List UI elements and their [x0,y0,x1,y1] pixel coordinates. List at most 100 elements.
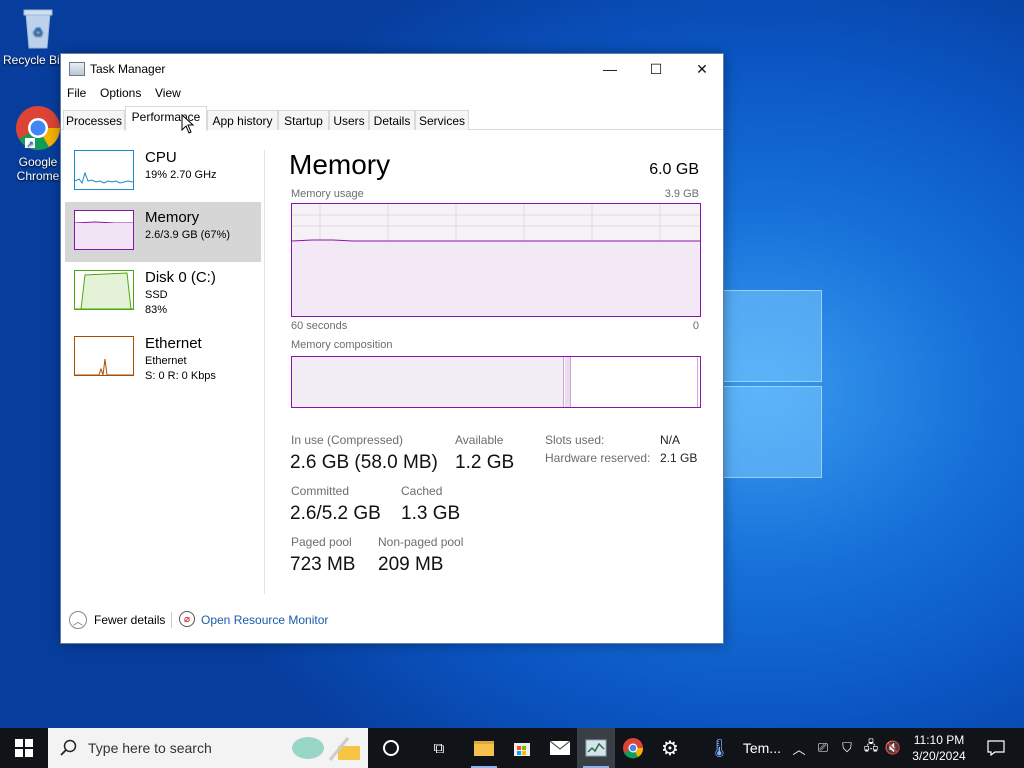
tray-defender[interactable]: ⛉ [836,728,858,768]
taskbar-chrome[interactable] [614,728,652,768]
chevron-up-icon: ︿ [792,741,806,757]
nav-item-name: Disk 0 (C:) [145,269,216,286]
windows-start-icon [15,739,33,757]
search-highlight-illustration-icon [292,737,360,761]
maximize-button[interactable]: ☐ [633,54,679,84]
page-title: Memory [289,149,391,180]
task-manager-icon [69,62,85,76]
shield-icon: ⛉ [842,740,852,755]
nav-item-ethernet[interactable]: Ethernet Ethernet S: 0 R: 0 Kbps [65,328,261,388]
cortana-button[interactable] [372,728,410,768]
nav-item-name: Memory [145,209,200,226]
committed-value: 2.6/5.2 GB [290,503,381,524]
file-explorer-icon [474,740,494,756]
start-button[interactable] [4,728,44,768]
disk-thumbnail-graph [74,270,134,310]
nav-item-name: CPU [145,149,177,166]
close-button[interactable]: ✕ [679,54,725,84]
task-manager-icon [585,739,607,757]
settings-icon: ⚙ [661,737,679,760]
open-resource-monitor-link[interactable]: Open Resource Monitor [201,613,328,627]
taskbar-clock[interactable]: 11:10 PM 3/20/2024 [898,732,980,764]
available-label: Available [455,433,504,447]
graph-time-right: 0 [692,320,699,332]
action-center-button[interactable] [976,728,1016,768]
svg-text:♻: ♻ [33,25,44,39]
taskbar-file-explorer[interactable] [465,728,503,768]
menu-file[interactable]: File [67,86,86,100]
graph-time-left: 60 seconds [291,320,348,332]
tray-network[interactable]: 🖧 [860,728,882,768]
resource-monitor-icon: ⌀ [179,611,195,627]
taskbar-search-box[interactable]: Type here to search [48,728,368,768]
paged-pool-label: Paged pool [291,535,352,549]
chevron-up-icon[interactable]: ︿ [69,611,87,629]
taskbar-mail[interactable] [541,728,579,768]
tab-app-history[interactable]: App history [207,110,278,130]
nav-item-disk[interactable]: Disk 0 (C:) SSD 83% [65,262,261,322]
chrome-icon: ↗ [16,106,60,150]
fewer-details-button[interactable]: Fewer details [94,613,165,627]
clock-time: 11:10 PM [913,733,965,747]
memory-usage-label: Memory usage [291,188,364,200]
task-view-button[interactable]: ⧉ [420,728,458,768]
memory-total: 6.0 GB [649,161,699,178]
taskbar-settings[interactable]: ⚙ [651,728,689,768]
memory-usage-graph [291,203,701,317]
nav-item-name: Ethernet [145,335,202,352]
network-icon: 🖧 [863,738,879,753]
tab-details[interactable]: Details [369,110,415,130]
nav-item-detail: 2.6/3.9 GB (67%) [145,229,230,241]
available-value: 1.2 GB [455,452,515,473]
slots-used-value: N/A [660,433,681,447]
temperature-label: Tem... [742,740,781,756]
camera-icon: ⎚ [817,740,829,755]
mouse-cursor-icon [181,114,195,134]
menu-view[interactable]: View [155,86,181,100]
hardware-reserved-value: 2.1 GB [660,451,698,465]
temperature-icon: 🌡 [708,737,731,758]
show-hidden-icons-button[interactable]: ︿ [788,728,810,768]
title-bar[interactable]: Task Manager — ☐ ✕ [61,54,723,84]
taskbar-temperature[interactable]: 🌡 Tem... [700,728,786,768]
composition-modified [565,357,571,407]
paged-pool-value: 723 MB [290,554,356,575]
memory-thumbnail-graph [74,210,134,250]
recycle-bin-icon: ♻ [23,9,53,49]
nav-item-memory[interactable]: Memory 2.6/3.9 GB (67%) [65,202,261,262]
mail-icon [549,740,571,755]
nav-item-detail: Ethernet [145,355,187,367]
tab-startup[interactable]: Startup [278,110,329,130]
notification-icon [987,740,1005,756]
cortana-icon [383,740,399,756]
memory-composition-label: Memory composition [291,339,393,351]
tray-meet-now[interactable]: ⎚ [812,728,834,768]
nav-item-detail: 19% 2.70 GHz [145,169,217,181]
ethernet-thumbnail-graph [74,336,134,376]
taskbar-task-manager[interactable] [577,728,615,768]
menu-bar: File Options View [61,84,723,104]
committed-label: Committed [291,484,350,498]
store-icon [514,743,530,756]
search-icon [60,739,77,756]
in-use-value: 2.6 GB (58.0 MB) [290,452,438,473]
minimize-button[interactable]: — [587,54,633,84]
nav-item-detail-2: S: 0 R: 0 Kbps [145,370,216,382]
composition-in-use [292,357,564,407]
cached-value: 1.3 GB [401,503,461,524]
tab-strip: Processes Performance App history Startu… [61,106,723,131]
nav-item-cpu[interactable]: CPU 19% 2.70 GHz [65,142,261,202]
composition-free [697,357,700,407]
windows-logo-wallpaper [722,290,824,480]
menu-options[interactable]: Options [100,86,141,100]
svg-text:↗: ↗ [26,139,34,149]
cached-label: Cached [401,484,443,498]
tab-services[interactable]: Services [415,110,469,130]
tab-processes[interactable]: Processes [63,110,125,130]
taskbar-store[interactable] [503,728,541,768]
tab-users[interactable]: Users [329,110,369,130]
slots-used-label: Slots used: [545,433,605,447]
non-paged-pool-label: Non-paged pool [378,535,464,549]
chrome-icon [623,738,644,759]
nav-item-detail: SSD [145,289,168,301]
